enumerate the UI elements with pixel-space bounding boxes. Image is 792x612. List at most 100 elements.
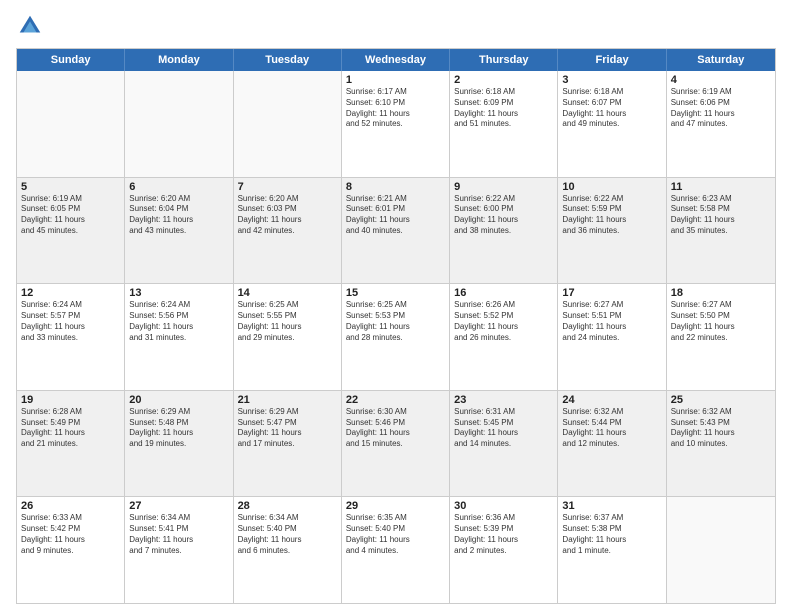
calendar-cell: 22Sunrise: 6:30 AMSunset: 5:46 PMDayligh… (342, 391, 450, 497)
cell-info: Sunrise: 6:28 AMSunset: 5:49 PMDaylight:… (21, 407, 120, 450)
calendar-cell: 8Sunrise: 6:21 AMSunset: 6:01 PMDaylight… (342, 178, 450, 284)
calendar-row: 1Sunrise: 6:17 AMSunset: 6:10 PMDaylight… (17, 71, 775, 177)
cell-info: Sunrise: 6:30 AMSunset: 5:46 PMDaylight:… (346, 407, 445, 450)
cell-info: Sunrise: 6:36 AMSunset: 5:39 PMDaylight:… (454, 513, 553, 556)
calendar-cell: 14Sunrise: 6:25 AMSunset: 5:55 PMDayligh… (234, 284, 342, 390)
calendar-header: SundayMondayTuesdayWednesdayThursdayFrid… (17, 49, 775, 71)
cell-info: Sunrise: 6:32 AMSunset: 5:43 PMDaylight:… (671, 407, 771, 450)
cell-info: Sunrise: 6:25 AMSunset: 5:53 PMDaylight:… (346, 300, 445, 343)
cell-info: Sunrise: 6:20 AMSunset: 6:04 PMDaylight:… (129, 194, 228, 237)
weekday-header: Friday (558, 49, 666, 71)
day-number: 1 (346, 74, 445, 86)
calendar-cell: 2Sunrise: 6:18 AMSunset: 6:09 PMDaylight… (450, 71, 558, 177)
calendar-row: 12Sunrise: 6:24 AMSunset: 5:57 PMDayligh… (17, 283, 775, 390)
cell-info: Sunrise: 6:18 AMSunset: 6:07 PMDaylight:… (562, 87, 661, 130)
cell-info: Sunrise: 6:26 AMSunset: 5:52 PMDaylight:… (454, 300, 553, 343)
calendar-cell (125, 71, 233, 177)
calendar-body: 1Sunrise: 6:17 AMSunset: 6:10 PMDaylight… (17, 71, 775, 603)
weekday-header: Saturday (667, 49, 775, 71)
calendar-cell: 19Sunrise: 6:28 AMSunset: 5:49 PMDayligh… (17, 391, 125, 497)
day-number: 9 (454, 181, 553, 193)
logo-icon (16, 12, 44, 40)
day-number: 14 (238, 287, 337, 299)
calendar: SundayMondayTuesdayWednesdayThursdayFrid… (16, 48, 776, 604)
cell-info: Sunrise: 6:29 AMSunset: 5:47 PMDaylight:… (238, 407, 337, 450)
calendar-cell: 10Sunrise: 6:22 AMSunset: 5:59 PMDayligh… (558, 178, 666, 284)
calendar-cell: 24Sunrise: 6:32 AMSunset: 5:44 PMDayligh… (558, 391, 666, 497)
calendar-cell: 7Sunrise: 6:20 AMSunset: 6:03 PMDaylight… (234, 178, 342, 284)
cell-info: Sunrise: 6:35 AMSunset: 5:40 PMDaylight:… (346, 513, 445, 556)
logo (16, 12, 48, 40)
day-number: 5 (21, 181, 120, 193)
weekday-header: Tuesday (234, 49, 342, 71)
cell-info: Sunrise: 6:22 AMSunset: 5:59 PMDaylight:… (562, 194, 661, 237)
day-number: 20 (129, 394, 228, 406)
calendar-cell: 4Sunrise: 6:19 AMSunset: 6:06 PMDaylight… (667, 71, 775, 177)
day-number: 12 (21, 287, 120, 299)
cell-info: Sunrise: 6:17 AMSunset: 6:10 PMDaylight:… (346, 87, 445, 130)
calendar-cell: 30Sunrise: 6:36 AMSunset: 5:39 PMDayligh… (450, 497, 558, 603)
day-number: 3 (562, 74, 661, 86)
calendar-cell: 9Sunrise: 6:22 AMSunset: 6:00 PMDaylight… (450, 178, 558, 284)
calendar-cell: 23Sunrise: 6:31 AMSunset: 5:45 PMDayligh… (450, 391, 558, 497)
day-number: 4 (671, 74, 771, 86)
day-number: 30 (454, 500, 553, 512)
calendar-cell: 6Sunrise: 6:20 AMSunset: 6:04 PMDaylight… (125, 178, 233, 284)
calendar-cell: 21Sunrise: 6:29 AMSunset: 5:47 PMDayligh… (234, 391, 342, 497)
calendar-cell: 20Sunrise: 6:29 AMSunset: 5:48 PMDayligh… (125, 391, 233, 497)
cell-info: Sunrise: 6:27 AMSunset: 5:50 PMDaylight:… (671, 300, 771, 343)
day-number: 31 (562, 500, 661, 512)
calendar-cell: 5Sunrise: 6:19 AMSunset: 6:05 PMDaylight… (17, 178, 125, 284)
cell-info: Sunrise: 6:18 AMSunset: 6:09 PMDaylight:… (454, 87, 553, 130)
day-number: 6 (129, 181, 228, 193)
calendar-row: 19Sunrise: 6:28 AMSunset: 5:49 PMDayligh… (17, 390, 775, 497)
day-number: 28 (238, 500, 337, 512)
calendar-cell: 18Sunrise: 6:27 AMSunset: 5:50 PMDayligh… (667, 284, 775, 390)
cell-info: Sunrise: 6:19 AMSunset: 6:05 PMDaylight:… (21, 194, 120, 237)
cell-info: Sunrise: 6:20 AMSunset: 6:03 PMDaylight:… (238, 194, 337, 237)
cell-info: Sunrise: 6:32 AMSunset: 5:44 PMDaylight:… (562, 407, 661, 450)
day-number: 24 (562, 394, 661, 406)
cell-info: Sunrise: 6:34 AMSunset: 5:40 PMDaylight:… (238, 513, 337, 556)
cell-info: Sunrise: 6:34 AMSunset: 5:41 PMDaylight:… (129, 513, 228, 556)
weekday-header: Wednesday (342, 49, 450, 71)
calendar-cell: 11Sunrise: 6:23 AMSunset: 5:58 PMDayligh… (667, 178, 775, 284)
calendar-cell: 25Sunrise: 6:32 AMSunset: 5:43 PMDayligh… (667, 391, 775, 497)
cell-info: Sunrise: 6:25 AMSunset: 5:55 PMDaylight:… (238, 300, 337, 343)
day-number: 23 (454, 394, 553, 406)
day-number: 22 (346, 394, 445, 406)
calendar-cell: 16Sunrise: 6:26 AMSunset: 5:52 PMDayligh… (450, 284, 558, 390)
cell-info: Sunrise: 6:29 AMSunset: 5:48 PMDaylight:… (129, 407, 228, 450)
day-number: 16 (454, 287, 553, 299)
calendar-row: 5Sunrise: 6:19 AMSunset: 6:05 PMDaylight… (17, 177, 775, 284)
day-number: 17 (562, 287, 661, 299)
day-number: 15 (346, 287, 445, 299)
day-number: 13 (129, 287, 228, 299)
calendar-cell: 3Sunrise: 6:18 AMSunset: 6:07 PMDaylight… (558, 71, 666, 177)
cell-info: Sunrise: 6:24 AMSunset: 5:57 PMDaylight:… (21, 300, 120, 343)
calendar-cell: 13Sunrise: 6:24 AMSunset: 5:56 PMDayligh… (125, 284, 233, 390)
cell-info: Sunrise: 6:19 AMSunset: 6:06 PMDaylight:… (671, 87, 771, 130)
cell-info: Sunrise: 6:31 AMSunset: 5:45 PMDaylight:… (454, 407, 553, 450)
calendar-cell: 26Sunrise: 6:33 AMSunset: 5:42 PMDayligh… (17, 497, 125, 603)
day-number: 8 (346, 181, 445, 193)
calendar-cell: 12Sunrise: 6:24 AMSunset: 5:57 PMDayligh… (17, 284, 125, 390)
weekday-header: Sunday (17, 49, 125, 71)
day-number: 21 (238, 394, 337, 406)
calendar-cell (667, 497, 775, 603)
day-number: 7 (238, 181, 337, 193)
calendar-cell: 15Sunrise: 6:25 AMSunset: 5:53 PMDayligh… (342, 284, 450, 390)
calendar-cell (17, 71, 125, 177)
calendar-cell: 17Sunrise: 6:27 AMSunset: 5:51 PMDayligh… (558, 284, 666, 390)
day-number: 26 (21, 500, 120, 512)
weekday-header: Monday (125, 49, 233, 71)
calendar-row: 26Sunrise: 6:33 AMSunset: 5:42 PMDayligh… (17, 496, 775, 603)
day-number: 10 (562, 181, 661, 193)
calendar-cell: 27Sunrise: 6:34 AMSunset: 5:41 PMDayligh… (125, 497, 233, 603)
cell-info: Sunrise: 6:24 AMSunset: 5:56 PMDaylight:… (129, 300, 228, 343)
calendar-cell: 28Sunrise: 6:34 AMSunset: 5:40 PMDayligh… (234, 497, 342, 603)
calendar-cell: 31Sunrise: 6:37 AMSunset: 5:38 PMDayligh… (558, 497, 666, 603)
day-number: 18 (671, 287, 771, 299)
day-number: 11 (671, 181, 771, 193)
weekday-header: Thursday (450, 49, 558, 71)
